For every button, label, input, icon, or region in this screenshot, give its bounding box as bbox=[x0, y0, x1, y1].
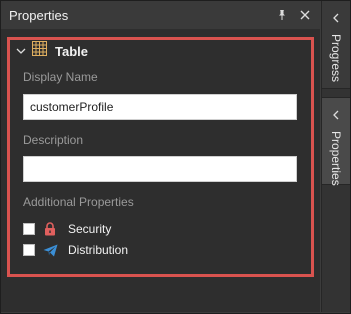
tab-progress[interactable]: Progress bbox=[322, 1, 350, 89]
tab-progress-label: Progress bbox=[329, 34, 343, 83]
tab-properties-label: Properties bbox=[329, 131, 343, 186]
tab-properties[interactable]: Properties bbox=[322, 97, 350, 186]
panel-header: Properties bbox=[1, 1, 320, 29]
description-input[interactable] bbox=[23, 156, 297, 182]
chevron-down-icon[interactable] bbox=[16, 42, 26, 60]
pin-icon[interactable] bbox=[276, 9, 288, 21]
distribution-checkbox[interactable] bbox=[23, 244, 35, 256]
close-icon[interactable] bbox=[300, 10, 310, 20]
distribution-option[interactable]: Distribution bbox=[23, 242, 128, 258]
security-checkbox[interactable] bbox=[23, 223, 35, 235]
section-title: Table bbox=[55, 43, 88, 59]
security-option[interactable]: Security bbox=[23, 221, 111, 237]
additional-properties-label: Additional Properties bbox=[23, 195, 134, 209]
chevron-left-icon bbox=[332, 107, 340, 125]
table-grid-icon bbox=[32, 41, 47, 61]
side-tab-bar: Progress Properties bbox=[321, 1, 350, 312]
distribution-label: Distribution bbox=[68, 243, 129, 257]
security-label: Security bbox=[68, 222, 112, 236]
description-label: Description bbox=[23, 133, 84, 147]
section-header[interactable]: Table bbox=[16, 41, 88, 61]
paper-plane-icon bbox=[42, 242, 58, 258]
display-name-input[interactable] bbox=[23, 94, 297, 120]
lock-icon bbox=[42, 221, 58, 237]
display-name-label: Display Name bbox=[23, 70, 98, 84]
panel-title: Properties bbox=[9, 7, 69, 23]
header-icons bbox=[276, 1, 310, 29]
chevron-left-icon bbox=[332, 10, 340, 28]
